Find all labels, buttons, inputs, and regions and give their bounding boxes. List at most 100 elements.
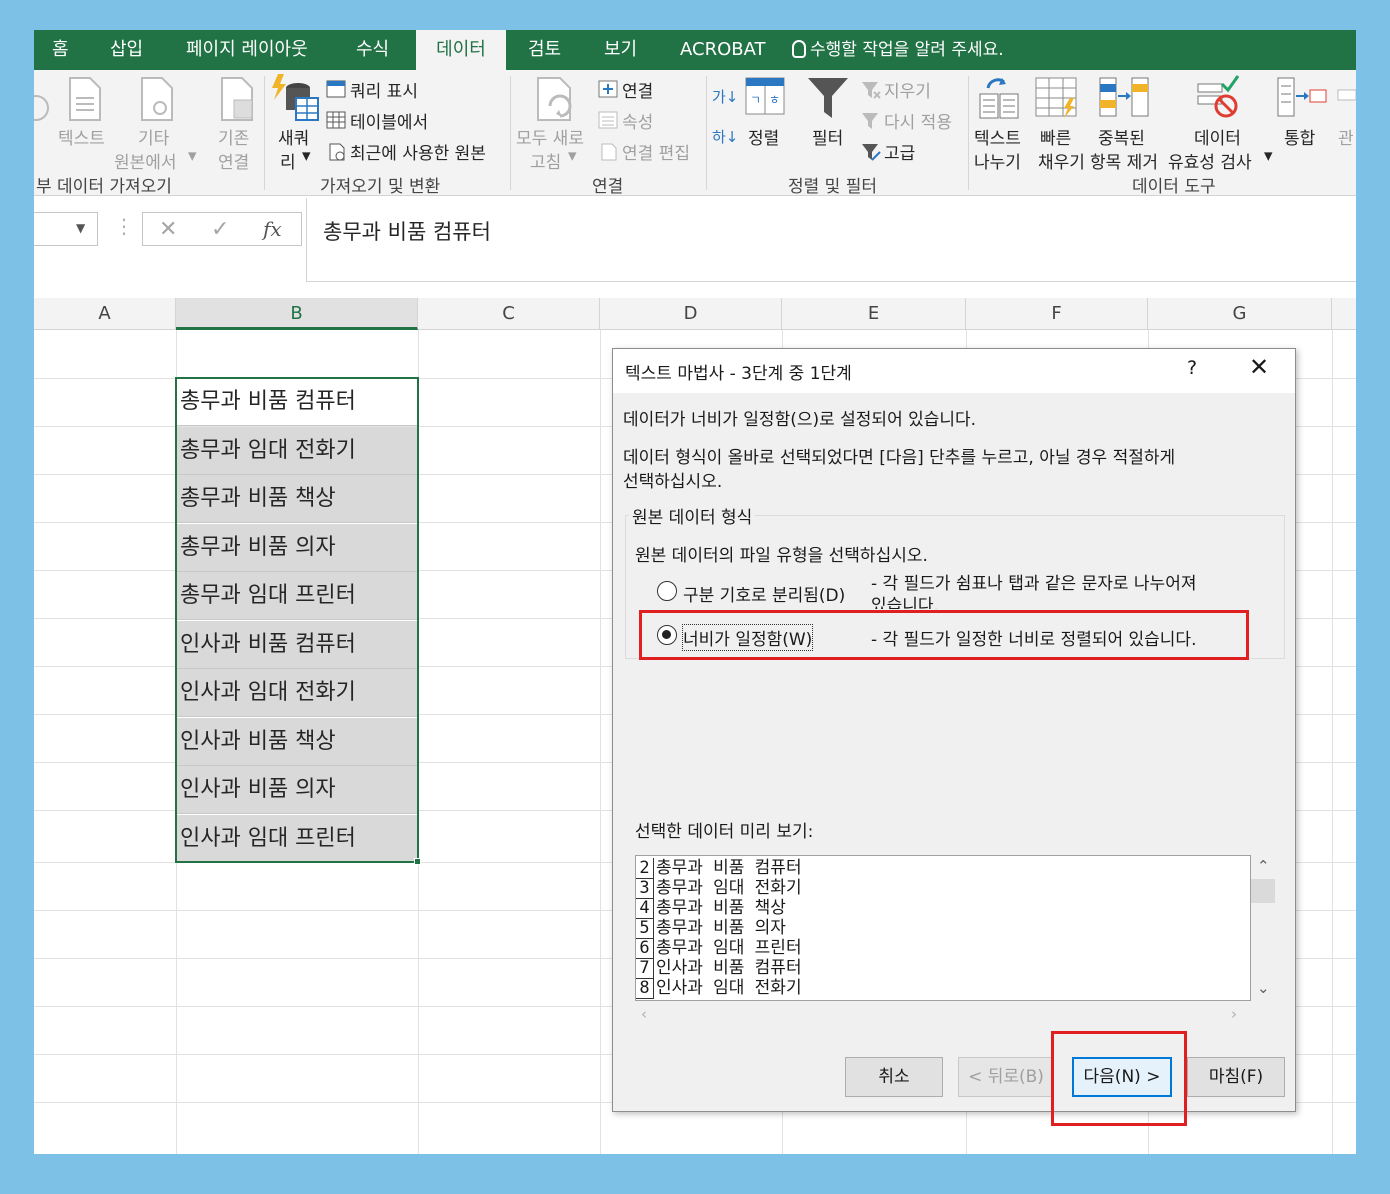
column-header-c[interactable]: C (418, 298, 600, 330)
delimited-option-label[interactable]: 구분 기호로 분리됨(D) (683, 581, 845, 606)
recent-sources-button[interactable]: 최근에 사용한 원본 (350, 139, 486, 164)
data-validation-label[interactable]: 데이터 (1194, 124, 1241, 149)
preview-row: 8 인사과 임대 전화기 (636, 978, 802, 999)
group-separator (264, 76, 265, 190)
reapply-button[interactable]: 다시 적용 (884, 108, 952, 133)
preview-row: 6 총무과 임대 프린터 (636, 938, 802, 959)
text-file-icon[interactable] (64, 74, 106, 124)
flash-fill-label-2[interactable]: 채우기 (1038, 148, 1085, 173)
formula-bar-grip-icon: ⋮ (114, 214, 134, 238)
other-sources-label[interactable]: 기타 (138, 124, 169, 149)
relationships-icon[interactable] (1336, 86, 1356, 116)
data-validation-label-2[interactable]: 유효성 검사 (1168, 148, 1252, 173)
dropdown-arrow-icon: ▾ (188, 146, 197, 166)
relationships-label[interactable]: 관 (1338, 124, 1354, 149)
existing-connections-icon[interactable] (216, 74, 258, 124)
dropdown-arrow-icon: ▾ (568, 146, 577, 166)
advanced-button[interactable]: 고급 (884, 139, 915, 164)
existing-connections-label-2[interactable]: 연결 (218, 148, 249, 173)
name-box[interactable]: ▼ (34, 212, 98, 246)
cancel-entry-button[interactable]: ✕ (159, 217, 177, 242)
name-box-dropdown-icon[interactable]: ▼ (76, 221, 85, 235)
tab-data[interactable]: 데이터 (416, 30, 506, 72)
help-button[interactable]: ? (1187, 357, 1197, 379)
ribbon-tab-bar: 홈 삽입 페이지 레이아웃 수식 데이터 검토 보기 ACROBAT 수행할 작… (34, 30, 1356, 72)
web-icon[interactable] (34, 74, 56, 124)
scroll-up-icon[interactable]: ⌃ (1257, 857, 1270, 875)
get-transform-group-label: 가져오기 및 변환 (320, 177, 441, 197)
properties-button[interactable]: 속성 (622, 108, 653, 133)
filter-button[interactable]: 필터 (812, 124, 843, 149)
scroll-down-icon[interactable]: ⌄ (1257, 979, 1270, 997)
sort-ascending-icon[interactable]: 가↓ (712, 86, 738, 107)
sort-descending-icon[interactable]: 하↓ (712, 126, 738, 147)
tab-home[interactable]: 홈 (52, 30, 69, 70)
column-header-d[interactable]: D (600, 298, 782, 330)
delimited-radio[interactable] (657, 581, 677, 601)
data-validation-icon[interactable] (1196, 74, 1240, 120)
text-to-columns-label-2[interactable]: 나누기 (974, 148, 1021, 173)
preview-row: 2 총무과 비품 컴퓨터 (636, 858, 802, 879)
remove-duplicates-label-2[interactable]: 항목 제거 (1090, 148, 1158, 173)
consolidate-label[interactable]: 통합 (1284, 124, 1315, 149)
tab-insert[interactable]: 삽입 (110, 30, 143, 70)
close-button[interactable]: ✕ (1249, 353, 1269, 381)
refresh-all-icon[interactable] (532, 74, 582, 124)
remove-duplicates-icon[interactable] (1098, 76, 1150, 120)
new-query-label-2[interactable]: 리 (280, 148, 296, 173)
refresh-all-label-2[interactable]: 고침 (530, 148, 561, 173)
back-button[interactable]: < 뒤로(B) (958, 1057, 1054, 1097)
consolidate-icon[interactable] (1276, 76, 1328, 120)
show-queries-icon (326, 80, 346, 98)
tab-view[interactable]: 보기 (604, 30, 637, 70)
flash-fill-label[interactable]: 빠른 (1040, 124, 1071, 149)
tab-page-layout[interactable]: 페이지 레이아웃 (186, 30, 308, 70)
flash-fill-icon[interactable] (1034, 76, 1080, 120)
clear-button[interactable]: 지우기 (884, 77, 931, 102)
other-sources-label-2[interactable]: 원본에서 (114, 148, 177, 173)
show-queries-button[interactable]: 쿼리 표시 (350, 77, 418, 102)
text-to-columns-icon[interactable] (978, 74, 1022, 120)
from-text-label[interactable]: 텍스트 (58, 124, 105, 149)
scroll-right-icon[interactable]: › (1231, 1005, 1237, 1023)
edit-links-button[interactable]: 연결 편집 (622, 139, 690, 164)
sort-icon[interactable]: ㄱㅎ (744, 76, 786, 116)
connections-button[interactable]: 연결 (622, 77, 653, 102)
other-sources-icon[interactable] (136, 74, 178, 124)
insert-function-button[interactable]: fx (263, 217, 282, 241)
fill-handle[interactable] (414, 858, 421, 865)
tab-review[interactable]: 검토 (528, 30, 561, 70)
new-query-icon[interactable] (270, 74, 322, 124)
formula-bar: ▼ ⋮ ✕ ✓ fx 총무과 비품 컴퓨터 (34, 198, 1356, 282)
tab-acrobat[interactable]: ACROBAT (680, 30, 766, 70)
delimited-description-2: 있습니다. (871, 596, 939, 609)
table-icon (326, 111, 346, 129)
from-table-button[interactable]: 테이블에서 (350, 108, 428, 133)
cancel-button[interactable]: 취소 (845, 1057, 943, 1097)
sort-button[interactable]: 정렬 (748, 124, 779, 149)
filter-icon[interactable] (806, 76, 850, 120)
column-header-a[interactable]: A (34, 298, 176, 330)
column-header-e[interactable]: E (782, 298, 966, 330)
tell-me-box[interactable]: 수행할 작업을 알려 주세요. (792, 30, 1004, 70)
tab-formulas[interactable]: 수식 (356, 30, 389, 70)
column-header-row: A B C D E F G (34, 298, 1356, 330)
data-preview[interactable]: 2 총무과 비품 컴퓨터 3 총무과 임대 전화기 4 총무과 비품 책상 5 총무과 … (635, 855, 1251, 1001)
scroll-left-icon[interactable]: ‹ (641, 1005, 647, 1023)
formula-input[interactable]: 총무과 비품 컴퓨터 (306, 198, 1356, 282)
excel-window: 홈 삽입 페이지 레이아웃 수식 데이터 검토 보기 ACROBAT 수행할 작… (34, 30, 1356, 1154)
finish-button[interactable]: 마침(F) (1187, 1057, 1285, 1097)
column-header-b[interactable]: B (176, 298, 418, 330)
enter-button[interactable]: ✓ (211, 217, 229, 242)
existing-connections-label[interactable]: 기존 (218, 124, 249, 149)
remove-duplicates-label[interactable]: 중복된 (1098, 124, 1145, 149)
text-to-columns-label[interactable]: 텍스트 (974, 124, 1021, 149)
column-header-f[interactable]: F (966, 298, 1148, 330)
column-header-g[interactable]: G (1148, 298, 1332, 330)
selection-range (175, 377, 419, 863)
group-separator (510, 76, 511, 190)
preview-horizontal-scrollbar[interactable] (635, 1001, 1251, 1025)
source-format-prompt: 원본 데이터의 파일 유형을 선택하십시오. (635, 546, 928, 566)
get-external-data-group-label: 부 데이터 가져오기 (36, 177, 172, 197)
preview-scroll-thumb[interactable] (1251, 879, 1275, 903)
